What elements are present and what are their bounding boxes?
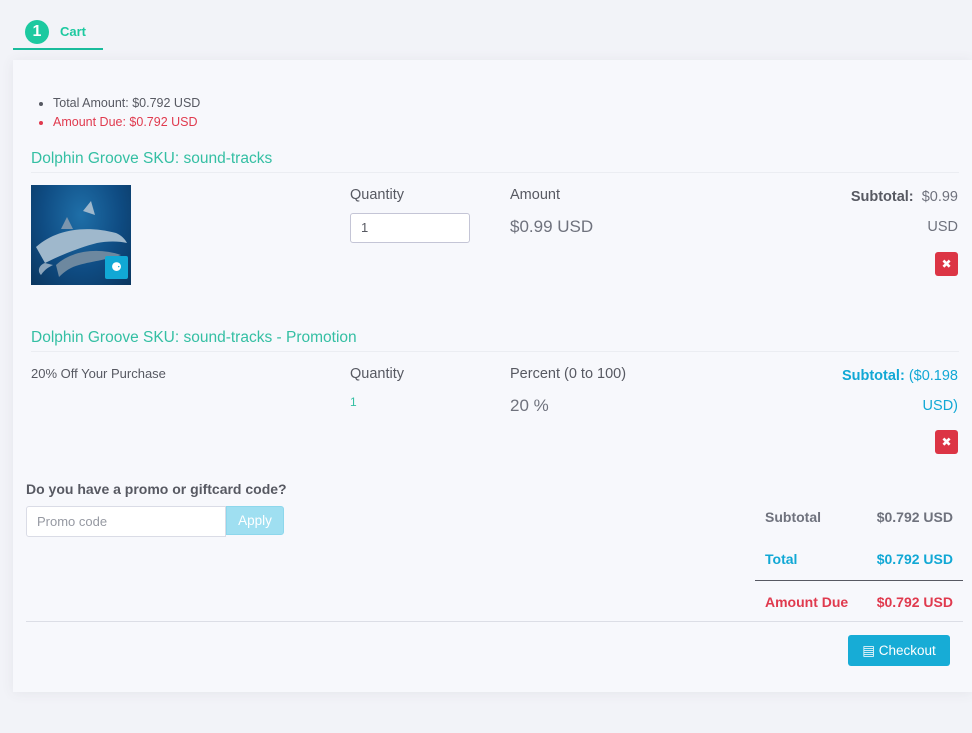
subtotal-value: $0.99 <box>921 189 958 205</box>
totals-table: Subtotal $0.792 USD Total $0.792 USD Amo… <box>755 496 963 622</box>
step-number-badge: 1 <box>25 20 49 44</box>
tab-cart[interactable]: 1 Cart <box>13 16 103 50</box>
promo-question: Do you have a promo or giftcard code? <box>26 481 287 497</box>
remove-promotion-button[interactable]: ✖ <box>935 430 958 454</box>
subtotal-currency: USD <box>927 219 958 235</box>
subtotal-value: ($0.198 <box>908 368 958 384</box>
remove-item-button[interactable]: ✖ <box>935 252 958 276</box>
quantity-input[interactable]: 1 <box>350 213 470 243</box>
product-image: ⚈ <box>31 185 131 285</box>
apply-button[interactable]: Apply <box>226 506 284 535</box>
percent-value: 20 % <box>510 396 549 415</box>
item-subtotal: Subtotal: $0.99 USD <box>798 182 958 242</box>
checkout-button[interactable]: ▤ Checkout <box>848 635 950 666</box>
quantity-label: Quantity <box>350 366 404 382</box>
totals-amount-due-row: Amount Due $0.792 USD <box>755 580 963 622</box>
total-label: Total <box>765 551 798 567</box>
amount-value: $0.99 USD <box>510 217 594 236</box>
checkout-label: Checkout <box>878 643 936 658</box>
subtotal-currency: USD) <box>922 398 958 414</box>
promotion-title: Dolphin Groove SKU: sound-tracks - Promo… <box>31 329 959 352</box>
item-title: Dolphin Groove SKU: sound-tracks <box>31 150 959 173</box>
amount-due-value: $0.792 USD <box>876 593 953 610</box>
tab-label: Cart <box>60 24 87 39</box>
divider <box>26 621 963 622</box>
quantity-value: 1 <box>350 395 357 409</box>
percent-label: Percent (0 to 100) <box>510 366 627 382</box>
amount-label: Amount <box>510 187 560 203</box>
credit-card-icon: ▤ <box>862 643 875 658</box>
cart-summary: Total Amount: $0.792 USD Amount Due: $0.… <box>53 94 200 132</box>
totals-total-row: Total $0.792 USD <box>755 538 963 580</box>
binoculars-icon[interactable]: ⚈ <box>105 256 128 279</box>
subtotal-label: Subtotal <box>765 509 821 525</box>
total-value: $0.792 USD <box>876 551 953 567</box>
promotion-description: 20% Off Your Purchase <box>31 366 166 381</box>
subtotal-value: $0.792 USD <box>876 509 953 525</box>
amount-due-label: Amount Due <box>765 593 849 610</box>
totals-subtotal-row: Subtotal $0.792 USD <box>755 496 963 538</box>
promo-code-input[interactable]: Promo code <box>26 506 226 537</box>
amount-due-text: Amount Due: $0.792 USD <box>53 113 200 132</box>
promotion-subtotal: Subtotal: ($0.198 USD) <box>798 361 958 421</box>
total-amount-text: Total Amount: $0.792 USD <box>53 94 200 113</box>
subtotal-label: Subtotal: <box>850 189 914 205</box>
quantity-label: Quantity <box>350 187 404 203</box>
subtotal-label: Subtotal: <box>841 368 905 384</box>
